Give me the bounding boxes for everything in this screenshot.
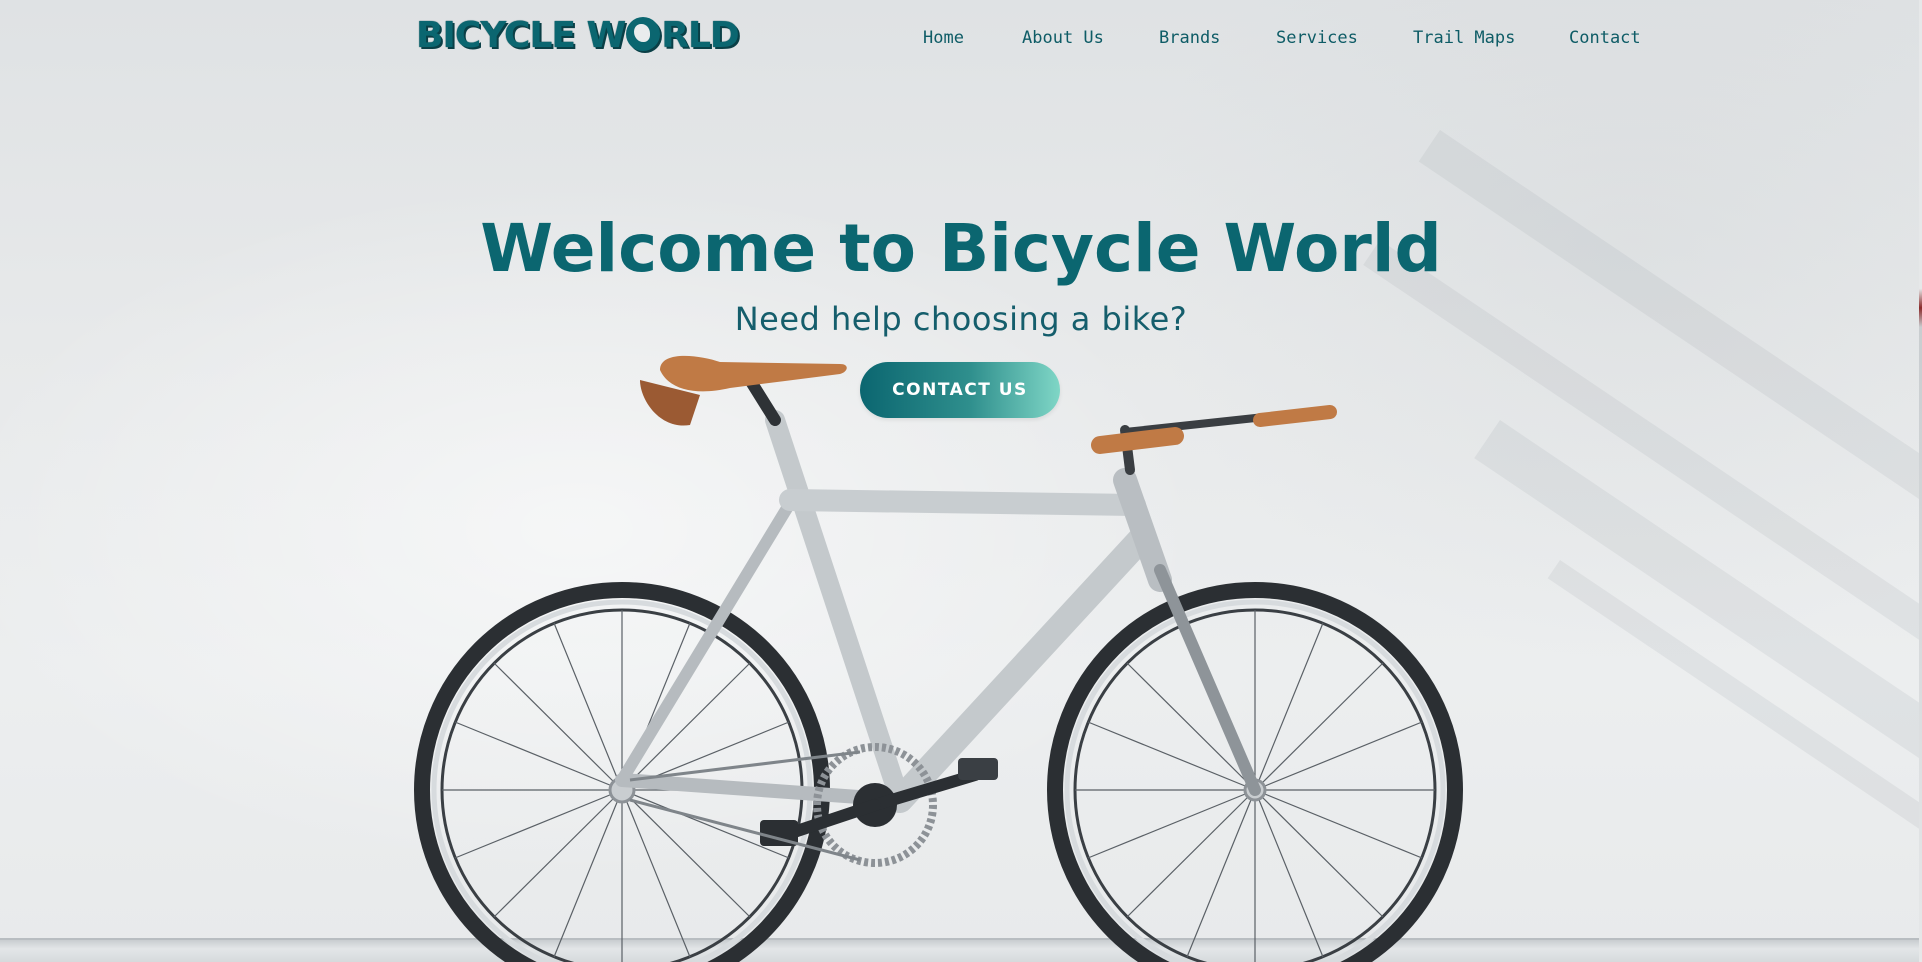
nav-brands[interactable]: Brands	[1159, 28, 1220, 48]
globe-icon	[626, 17, 661, 51]
site-logo[interactable]: BICYCLE W RLD	[416, 15, 740, 56]
contact-us-button[interactable]: CONTACT US	[860, 362, 1060, 418]
nav-trail-maps[interactable]: Trail Maps	[1413, 28, 1515, 48]
saddle	[640, 355, 847, 426]
nav-home[interactable]: Home	[923, 28, 964, 48]
nav-contact[interactable]: Contact	[1569, 28, 1641, 48]
logo-text: BICYCLE W	[416, 15, 626, 56]
nav-about-us[interactable]: About Us	[1022, 28, 1104, 48]
hero-title: Welcome to Bicycle World	[480, 210, 1442, 287]
bicycle-image	[414, 355, 1463, 962]
nav-services[interactable]: Services	[1276, 28, 1358, 48]
page: BICYCLE W RLD Home About Us Brands Servic…	[0, 0, 1922, 962]
hero-subtitle: Need help choosing a bike?	[734, 300, 1188, 338]
site-header: BICYCLE W RLD Home About Us Brands Servic…	[0, 0, 1922, 78]
logo-text-end: RLD	[661, 15, 740, 56]
